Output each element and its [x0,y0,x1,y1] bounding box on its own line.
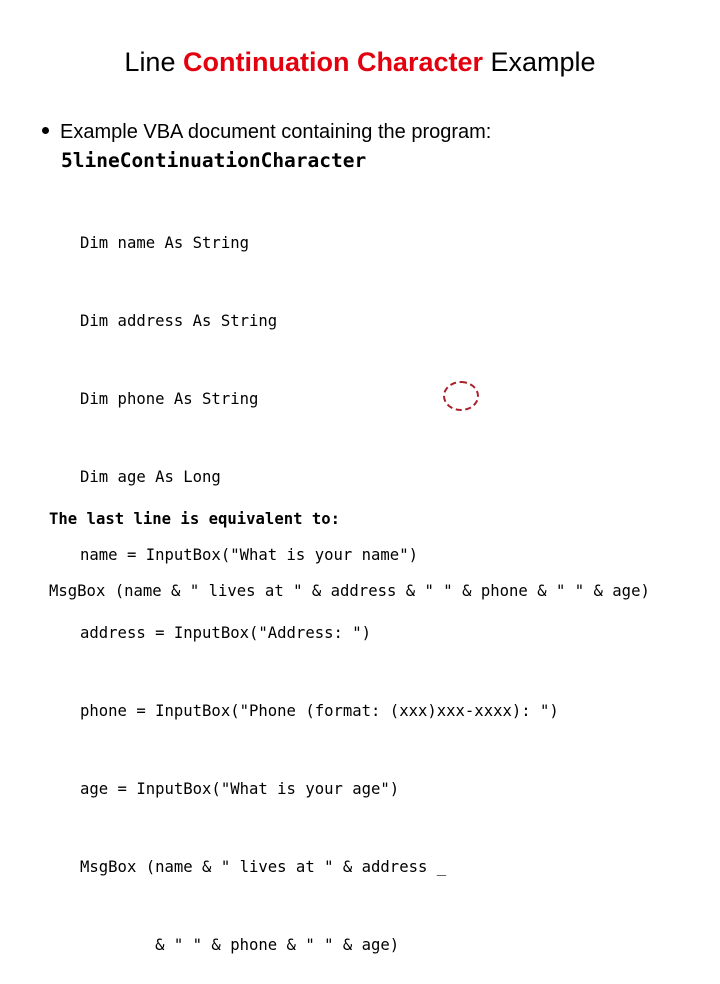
title-prefix: Line [124,47,183,77]
code-line: Dim name As String [80,234,249,252]
note-heading: The last line is equivalent to: [49,510,341,528]
continuation-highlight-circle [443,381,479,411]
code-line: Dim phone As String [80,390,259,408]
code-line: Dim address As String [80,312,278,330]
program-name: 5lineContinuationCharacter [61,149,367,172]
slide-title: Line Continuation Character Example [0,40,720,84]
code-line-continued: MsgBox (name & " lives at " & address _ [80,858,447,876]
code-line-continuation: & " " & phone & " " & age) [80,936,400,954]
title-suffix: Example [483,47,596,77]
title-highlight: Continuation Character [182,47,484,77]
code-line: age = InputBox("What is your age") [80,780,400,798]
bullet-icon [42,127,49,135]
code-line: phone = InputBox("Phone (format: (xxx)xx… [80,702,559,720]
note-code: MsgBox (name & " lives at " & address & … [49,582,650,600]
bullet-item: Example VBA document containing the prog… [42,118,491,146]
equivalence-note: The last line is equivalent to: MsgBox (… [49,459,650,627]
bullet-text: Example VBA document containing the prog… [60,121,492,143]
